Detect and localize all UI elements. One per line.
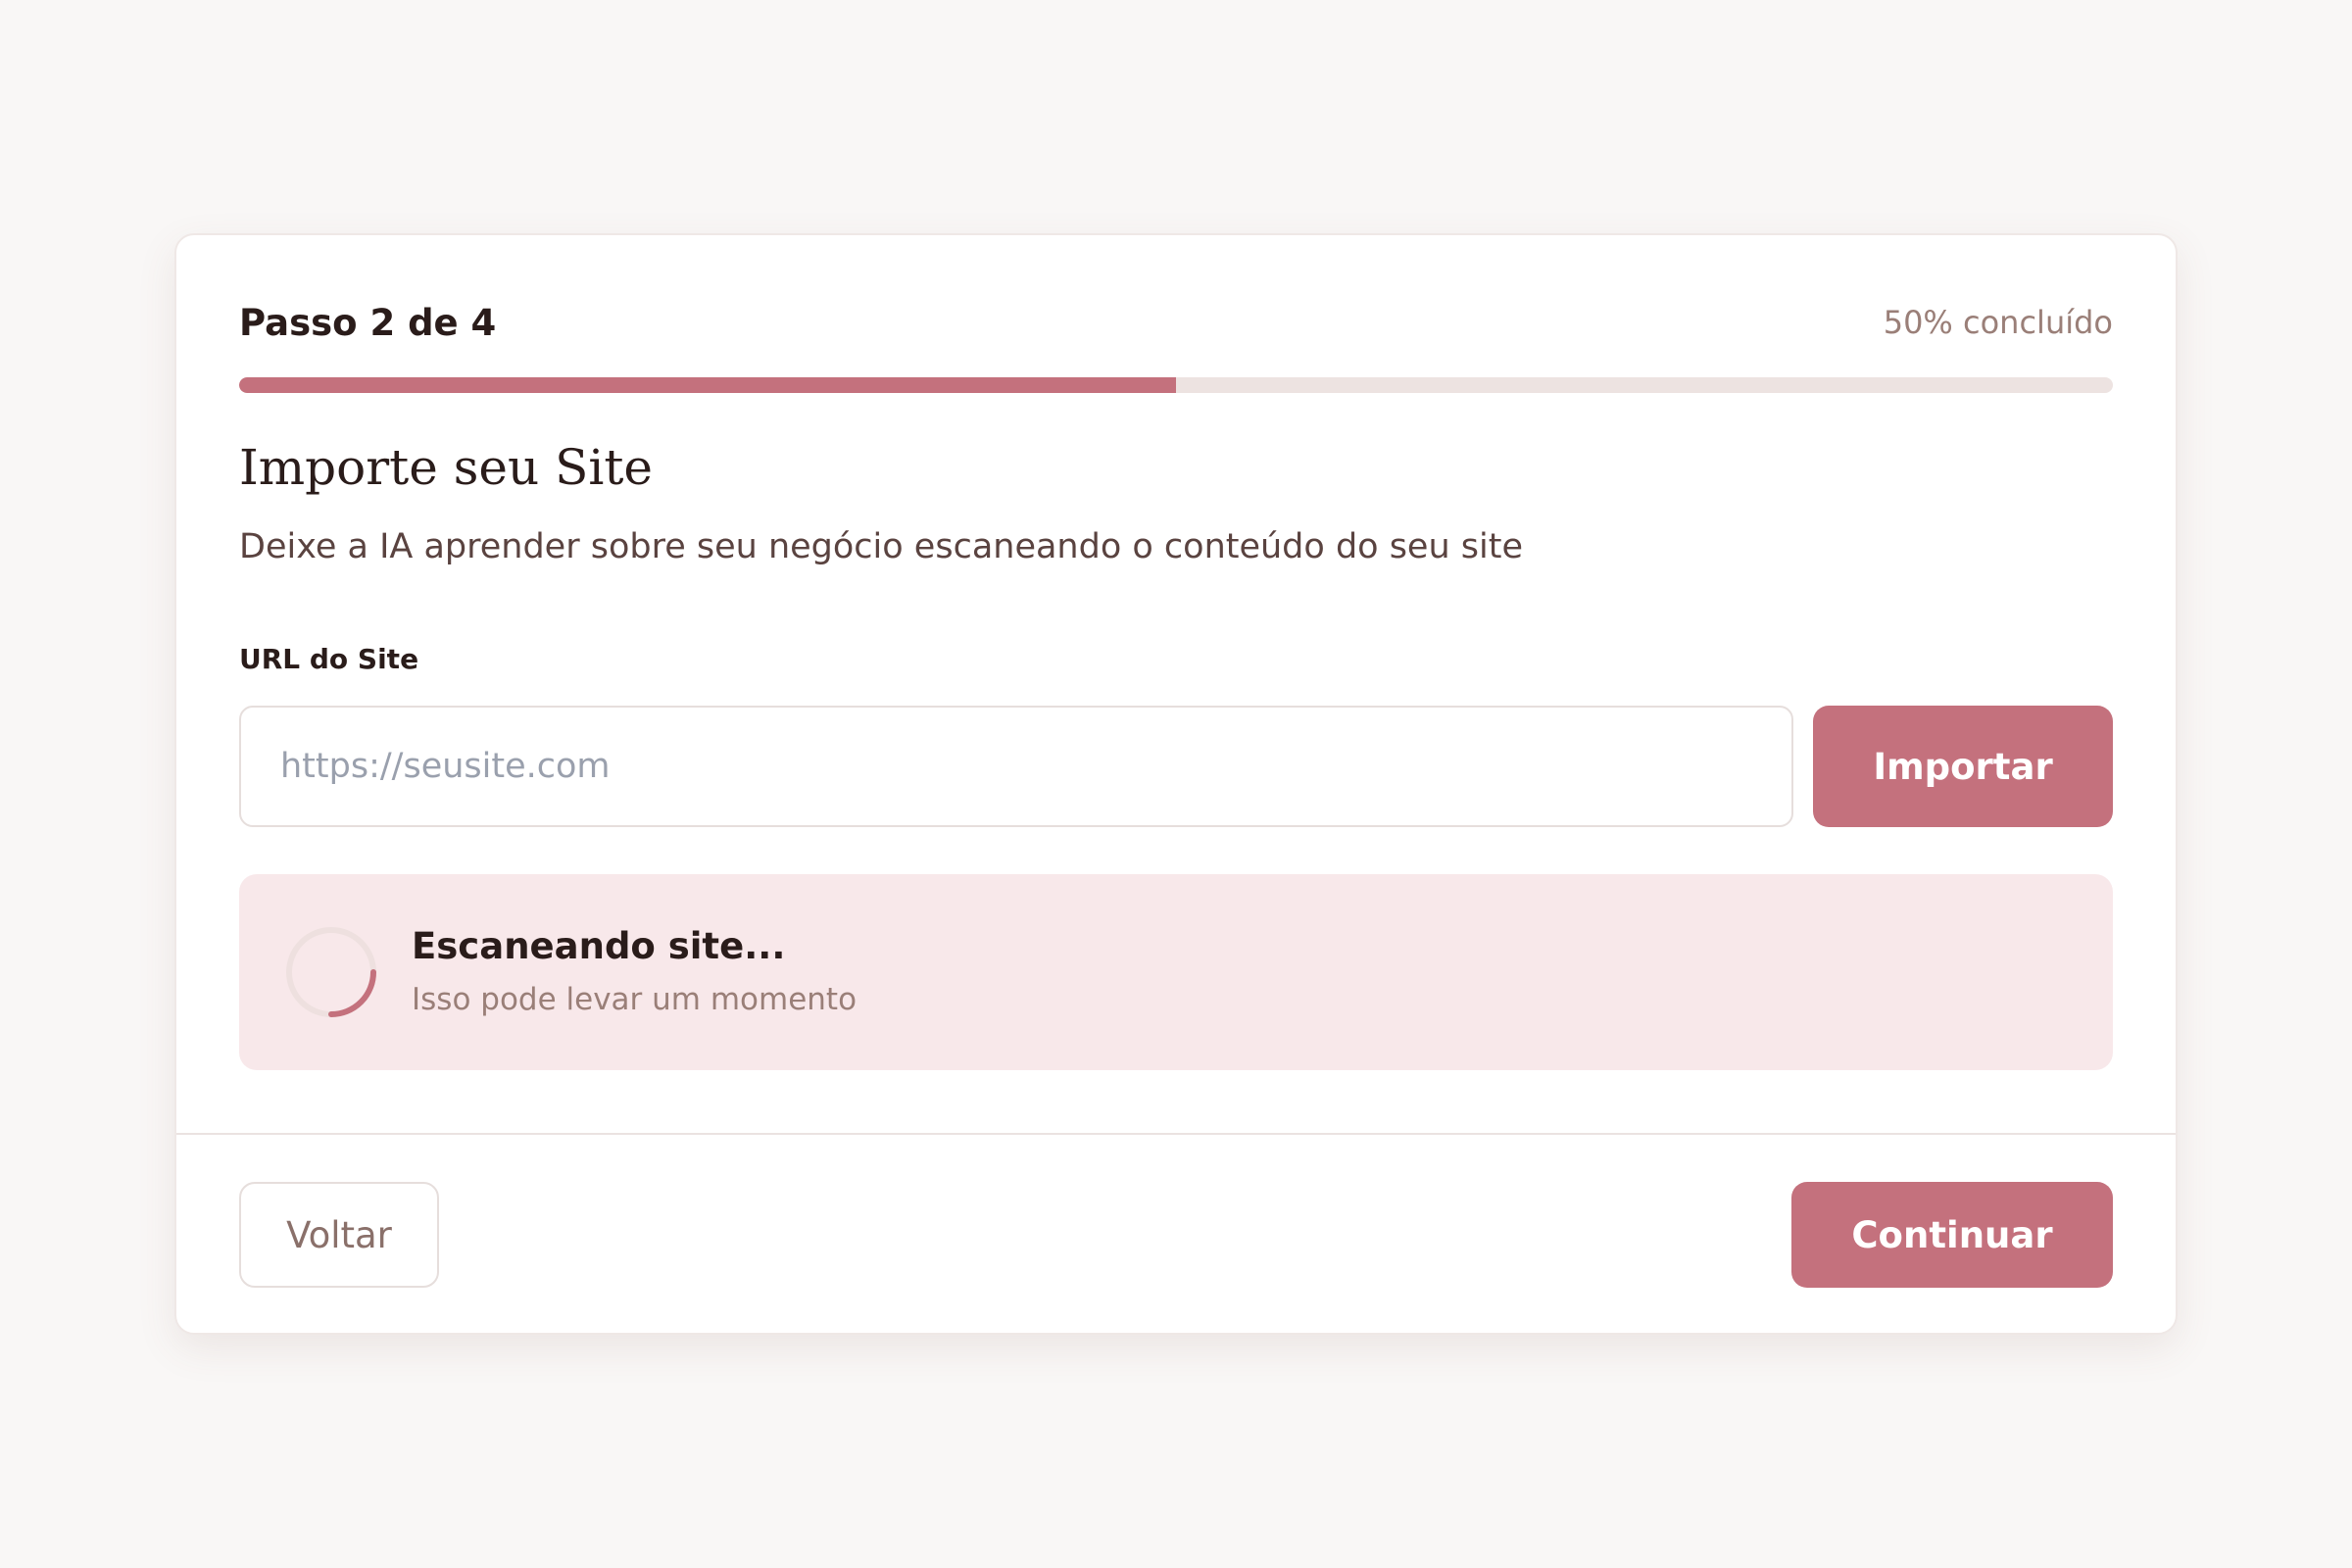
status-subtitle: Isso pode levar um momento	[412, 982, 858, 1017]
footer-divider	[176, 1133, 2176, 1135]
progress-bar-fill	[239, 377, 1176, 393]
continue-button[interactable]: Continuar	[1791, 1182, 2113, 1288]
loading-spinner-icon	[286, 927, 376, 1017]
url-input[interactable]	[239, 706, 1793, 827]
back-button[interactable]: Voltar	[239, 1182, 439, 1288]
progress-percent: 50% concluído	[1883, 304, 2113, 341]
page-title: Importe seu Site	[239, 439, 654, 496]
step-header: Passo 2 de 4 50% concluído	[239, 302, 2113, 351]
progress-bar	[239, 377, 2113, 393]
scanning-status: Escaneando site... Isso pode levar um mo…	[239, 874, 2113, 1070]
url-field-label: URL do Site	[239, 643, 419, 675]
page-subtitle: Deixe a IA aprender sobre seu negócio es…	[239, 527, 1523, 566]
status-title: Escaneando site...	[412, 925, 786, 967]
import-button[interactable]: Importar	[1813, 706, 2113, 827]
onboarding-card: Passo 2 de 4 50% concluído Importe seu S…	[174, 233, 2178, 1335]
step-label: Passo 2 de 4	[239, 302, 497, 344]
